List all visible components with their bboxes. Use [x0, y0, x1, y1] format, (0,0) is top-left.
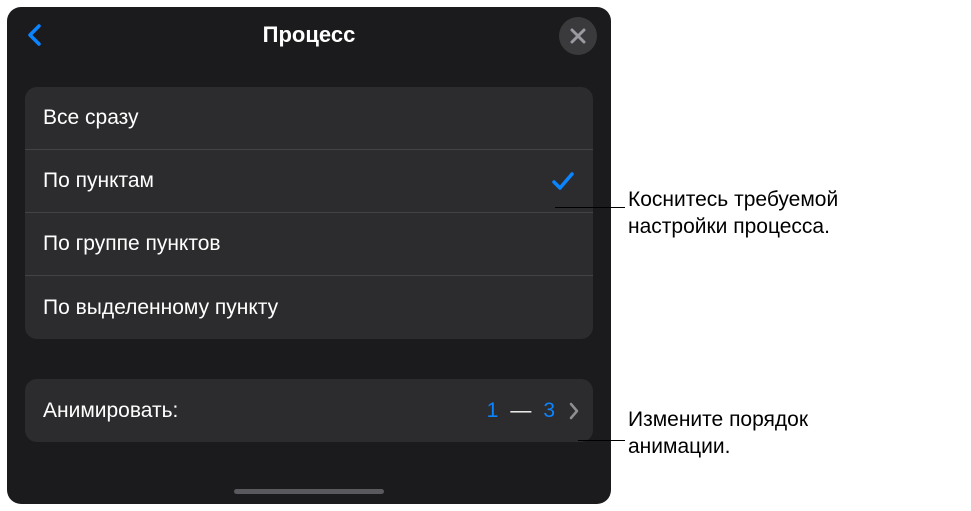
panel-content: Все сразу По пунктам По группе пунктов П…	[7, 63, 611, 442]
option-by-bullet[interactable]: По пунктам	[25, 150, 593, 213]
back-button[interactable]	[21, 21, 49, 49]
callout-line: анимации.	[628, 435, 730, 458]
close-button[interactable]	[559, 17, 597, 55]
animate-order-row[interactable]: Анимировать: 1 — 3	[25, 379, 593, 442]
close-icon	[570, 28, 586, 44]
option-by-bullet-group[interactable]: По группе пунктов	[25, 213, 593, 276]
callout-line: Коснитесь требуемой	[628, 188, 838, 211]
panel-title: Процесс	[263, 22, 356, 48]
panel-header: Процесс	[7, 7, 611, 63]
settings-panel: Процесс Все сразу По пунктам По группе п…	[7, 7, 611, 504]
callout-leader-2	[578, 440, 625, 441]
option-label: По группе пунктов	[43, 232, 221, 256]
animate-value: 1 — 3	[487, 399, 579, 423]
animate-range-dash: —	[506, 399, 535, 423]
option-label: По пунктам	[43, 169, 154, 193]
chevron-right-icon	[569, 402, 579, 420]
option-by-highlighted-bullet[interactable]: По выделенному пункту	[25, 276, 593, 339]
option-label: По выделенному пункту	[43, 296, 278, 320]
option-all-at-once[interactable]: Все сразу	[25, 87, 593, 150]
callout-line: настройки процесса.	[628, 215, 830, 238]
callout-text-1: Коснитесь требуемой настройки процесса.	[628, 186, 838, 241]
animate-label: Анимировать:	[43, 399, 178, 423]
back-chevron-icon	[27, 23, 43, 47]
delivery-options-list: Все сразу По пунктам По группе пунктов П…	[25, 87, 593, 339]
animate-to: 3	[543, 399, 555, 423]
callout-line: Измените порядок	[628, 408, 808, 431]
home-indicator	[234, 489, 384, 494]
option-label: Все сразу	[43, 106, 139, 130]
callout-text-2: Измените порядок анимации.	[628, 406, 808, 461]
callout-leader-1	[555, 207, 625, 208]
checkmark-icon	[551, 169, 575, 193]
animate-from: 1	[487, 399, 499, 423]
